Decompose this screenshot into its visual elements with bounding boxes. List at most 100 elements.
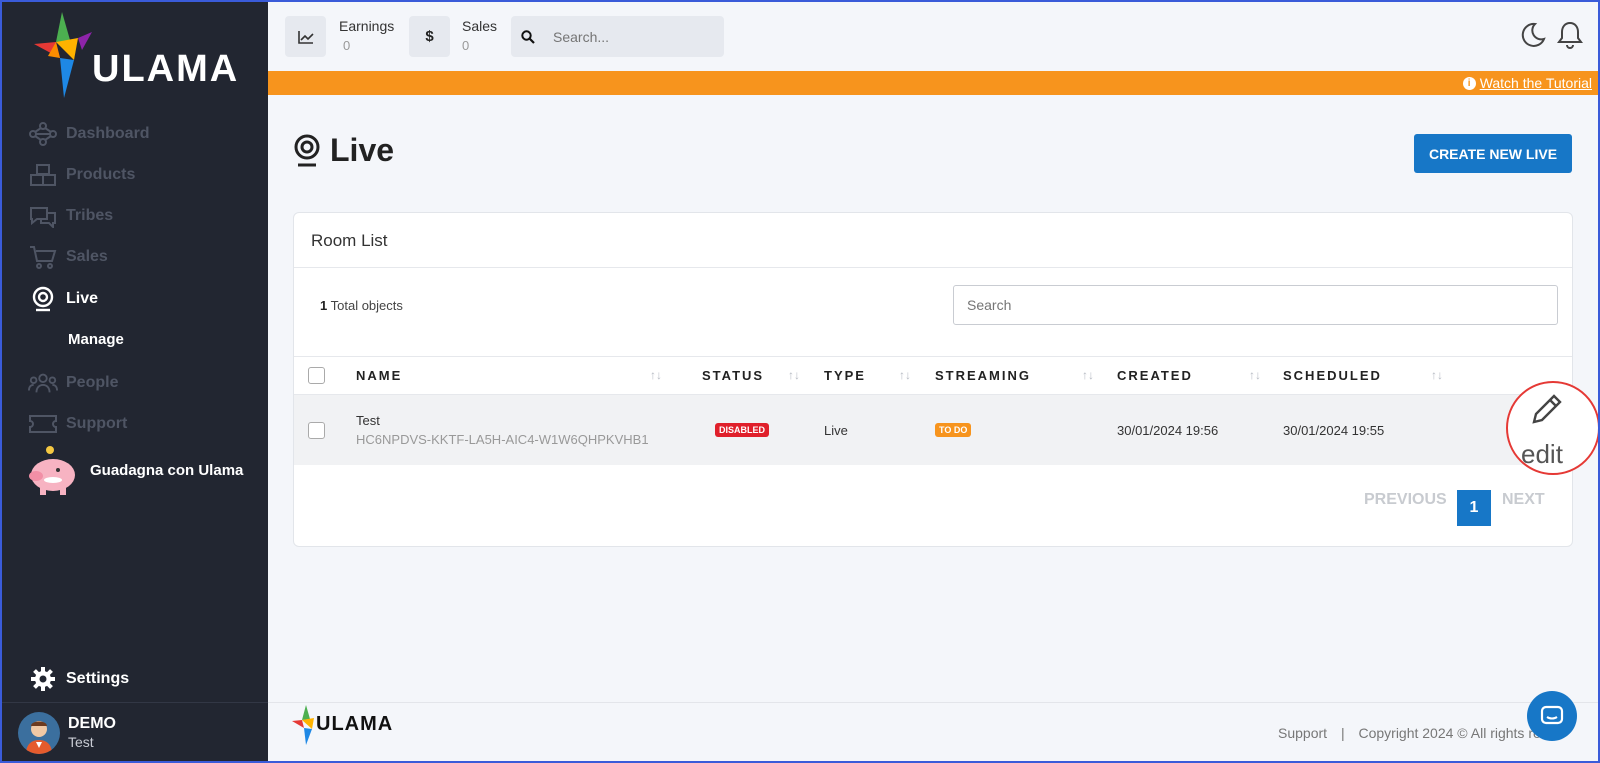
status-badge: DISABLED [715, 423, 770, 437]
watch-tutorial-link[interactable]: Watch the Tutorial [1480, 75, 1592, 91]
logo-text: ULAMA [92, 48, 240, 90]
bird-logo-icon [34, 12, 92, 98]
settings-label: Settings [66, 670, 130, 687]
chat-bubbles-icon [28, 203, 58, 229]
sort-icon[interactable]: ↑↓ [1431, 368, 1443, 382]
gear-icon [28, 666, 58, 692]
column-header-type[interactable]: TYPE [824, 368, 866, 383]
chat-icon [1540, 705, 1564, 725]
table-header: NAME ↑↓ STATUS ↑↓ TYPE ↑↓ STREAMING ↑↓ C… [294, 356, 1572, 395]
sidebar-item-label: People [66, 374, 119, 391]
footer-separator: | [1340, 725, 1345, 741]
sidebar-item-products[interactable]: Products [28, 162, 135, 188]
column-header-scheduled[interactable]: SCHEDULED [1283, 368, 1382, 383]
dark-mode-moon-icon[interactable] [1518, 21, 1546, 54]
select-all-checkbox[interactable] [308, 367, 325, 384]
user-profile[interactable]: DEMO Test [0, 702, 268, 763]
webcam-icon [292, 134, 322, 168]
sidebar-item-label: Sales [66, 248, 108, 265]
sidebar-item-sales[interactable]: Sales [28, 244, 108, 270]
top-search-input[interactable] [553, 28, 703, 45]
webcam-icon [28, 286, 58, 312]
sort-icon[interactable]: ↑↓ [788, 368, 800, 382]
column-header-status[interactable]: STATUS [702, 368, 764, 383]
total-objects: 1 Total objects [320, 298, 403, 313]
people-icon [28, 370, 58, 396]
earnings-label: Earnings [339, 18, 395, 34]
page-title-text: Live [330, 132, 395, 168]
room-list-card: Room List 1 Total objects NAME ↑↓ STATUS… [293, 212, 1573, 547]
sidebar-item-settings[interactable]: Settings [28, 666, 129, 692]
sidebar-item-support[interactable]: Support [28, 411, 127, 437]
footer-links: Support | Copyright 2024 © All rights re… [1278, 725, 1548, 741]
user-name: DEMO [68, 715, 116, 732]
dollar-icon: $ [425, 28, 434, 45]
sort-icon[interactable]: ↑↓ [1082, 368, 1094, 382]
sidebar-item-label: Support [66, 415, 128, 432]
row-checkbox[interactable] [308, 422, 325, 439]
sort-icon[interactable]: ↑↓ [1249, 368, 1261, 382]
row-created: 30/01/2024 19:56 [1117, 423, 1219, 438]
sales-label: Sales [462, 18, 498, 34]
footer-copyright: Copyright 2024 © All rights res [1358, 725, 1548, 741]
network-icon [28, 121, 58, 147]
promo-guadagna[interactable]: Guadagna con Ulama [26, 444, 243, 496]
row-type: Live [824, 423, 848, 438]
top-search[interactable] [511, 16, 724, 57]
bird-logo-icon [292, 705, 314, 745]
footer-logo-text: ULAMA [316, 713, 394, 735]
footer: ULAMA Support | Copyright 2024 © All rig… [268, 702, 1600, 763]
sidebar-item-label: Products [66, 166, 136, 183]
sales-button[interactable]: $ [409, 16, 450, 57]
sales-value: 0 [462, 38, 470, 53]
room-search-input[interactable] [953, 285, 1558, 325]
user-subtitle: Test [68, 734, 94, 750]
pager-next[interactable]: NEXT [1502, 491, 1545, 509]
earnings-value: 0 [343, 38, 351, 53]
sidebar: ULAMA Dashboard Products Tribes Sales Li… [0, 0, 268, 763]
streaming-badge: TO DO [935, 423, 972, 437]
card-title: Room List [294, 213, 1572, 268]
sidebar-item-live[interactable]: Live [28, 286, 98, 312]
sidebar-item-label: Tribes [66, 207, 114, 224]
sidebar-item-tribes[interactable]: Tribes [28, 203, 113, 229]
tutorial-banner: i Watch the Tutorial [268, 71, 1600, 95]
pager-page-1[interactable]: 1 [1457, 490, 1491, 526]
pencil-icon [1528, 390, 1566, 433]
chart-line-icon [297, 30, 314, 44]
total-count: 1 [320, 298, 328, 313]
footer-logo[interactable]: ULAMA [292, 705, 394, 745]
avatar [18, 712, 60, 754]
table-row[interactable]: Test HC6NPDVS-KKTF-LA5H-AIC4-W1W6QHPKVHB… [294, 395, 1572, 465]
sidebar-item-label: Dashboard [66, 125, 150, 142]
pager-previous[interactable]: PREVIOUS [1364, 491, 1447, 509]
ticket-icon [28, 411, 58, 437]
sidebar-item-label: Live [66, 290, 99, 307]
sidebar-item-people[interactable]: People [28, 370, 118, 396]
search-icon [521, 29, 535, 44]
piggy-bank-icon [29, 446, 75, 495]
ulama-logo[interactable]: ULAMA [34, 12, 239, 98]
sidebar-subitem-manage[interactable]: Manage [68, 331, 124, 348]
chat-launcher-button[interactable] [1527, 691, 1577, 741]
topbar: Earnings 0 $ Sales 0 [268, 0, 1600, 71]
column-header-created[interactable]: CREATED [1117, 368, 1193, 383]
sort-icon[interactable]: ↑↓ [650, 368, 662, 382]
edit-label[interactable]: edit [1521, 439, 1563, 470]
promo-label: Guadagna con Ulama [90, 461, 244, 479]
notifications-bell-icon[interactable] [1557, 20, 1583, 55]
column-header-name[interactable]: NAME [356, 368, 402, 383]
row-name: Test [356, 413, 380, 428]
create-new-live-button[interactable]: CREATE NEW LIVE [1414, 134, 1572, 173]
sidebar-item-dashboard[interactable]: Dashboard [28, 121, 150, 147]
page-title: Live [292, 132, 394, 169]
row-code: HC6NPDVS-KKTF-LA5H-AIC4-W1W6QHPKVHB1 [356, 432, 649, 447]
total-label: Total objects [330, 298, 403, 313]
cart-icon [28, 244, 58, 270]
info-icon: i [1462, 76, 1476, 90]
footer-support-link[interactable]: Support [1278, 725, 1327, 741]
column-header-streaming[interactable]: STREAMING [935, 368, 1031, 383]
row-scheduled: 30/01/2024 19:55 [1283, 423, 1385, 438]
earnings-button[interactable] [285, 16, 326, 57]
sort-icon[interactable]: ↑↓ [899, 368, 911, 382]
